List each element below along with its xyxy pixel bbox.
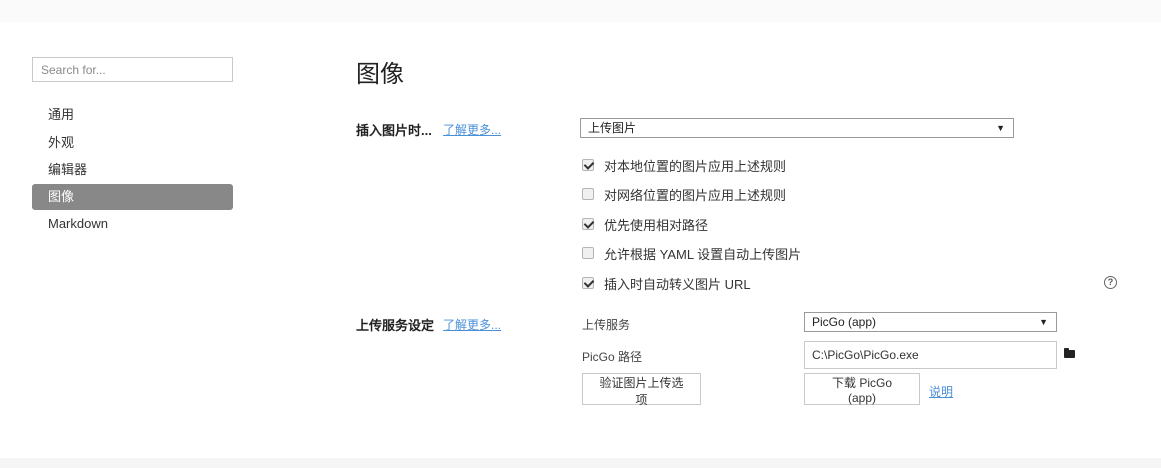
upload-service-select[interactable]: PicGo (app) ▼ (804, 312, 1057, 332)
option-yaml-upload[interactable]: 允许根据 YAML 设置自动上传图片 (582, 244, 801, 262)
insert-learn-more-link[interactable]: 了解更多... (443, 121, 501, 138)
sidebar-item-image[interactable]: 图像 (32, 184, 233, 210)
help-circle-icon[interactable]: ? (1104, 276, 1117, 289)
search-input[interactable] (32, 57, 233, 82)
option-relative-path[interactable]: 优先使用相对路径 (582, 215, 708, 233)
sidebar-item-editor[interactable]: 编辑器 (32, 157, 233, 183)
option-relative-path-label: 优先使用相对路径 (604, 217, 709, 233)
insert-image-section-label: 插入图片时... (356, 123, 432, 138)
chevron-down-icon: ▼ (996, 123, 1005, 133)
option-escape-url[interactable]: 插入时自动转义图片 URL (582, 274, 751, 292)
upload-service-section-label: 上传服务设定 (356, 318, 435, 333)
insert-action-select-value: 上传图片 (588, 121, 637, 135)
picgo-path-label: PicGo 路径 (582, 350, 643, 364)
checkbox-local-images[interactable] (582, 159, 594, 171)
insert-action-select[interactable]: 上传图片 ▼ (580, 118, 1014, 138)
window-bottom-strip (0, 458, 1161, 468)
option-network-images[interactable]: 对网络位置的图片应用上述规则 (582, 185, 786, 203)
upload-service-label: 上传服务 (582, 318, 631, 332)
checkbox-relative-path[interactable] (582, 218, 594, 230)
folder-icon[interactable] (1064, 348, 1075, 358)
sidebar-item-appearance[interactable]: 外观 (32, 130, 233, 156)
checkbox-escape-url[interactable] (582, 277, 594, 289)
option-yaml-upload-label: 允许根据 YAML 设置自动上传图片 (604, 246, 802, 262)
option-escape-url-label: 插入时自动转义图片 URL (604, 276, 751, 292)
help-link[interactable]: 说明 (929, 383, 953, 400)
checkbox-network-images[interactable] (582, 188, 594, 200)
sidebar-item-general[interactable]: 通用 (32, 102, 233, 128)
verify-upload-button[interactable]: 验证图片上传选项 (582, 373, 701, 407)
window-top-strip (0, 0, 1161, 22)
page-title: 图像 (356, 60, 404, 88)
chevron-down-icon: ▼ (1039, 317, 1048, 327)
option-local-images-label: 对本地位置的图片应用上述规则 (604, 158, 787, 174)
upload-learn-more-link[interactable]: 了解更多... (443, 316, 501, 333)
checkbox-yaml-upload[interactable] (582, 247, 594, 259)
upload-service-select-value: PicGo (app) (812, 315, 877, 329)
option-network-images-label: 对网络位置的图片应用上述规则 (604, 187, 787, 203)
sidebar-item-markdown[interactable]: Markdown (32, 211, 233, 237)
download-picgo-button[interactable]: 下载 PicGo (app) (804, 373, 920, 405)
picgo-path-input[interactable] (804, 341, 1057, 369)
option-local-images[interactable]: 对本地位置的图片应用上述规则 (582, 156, 786, 174)
